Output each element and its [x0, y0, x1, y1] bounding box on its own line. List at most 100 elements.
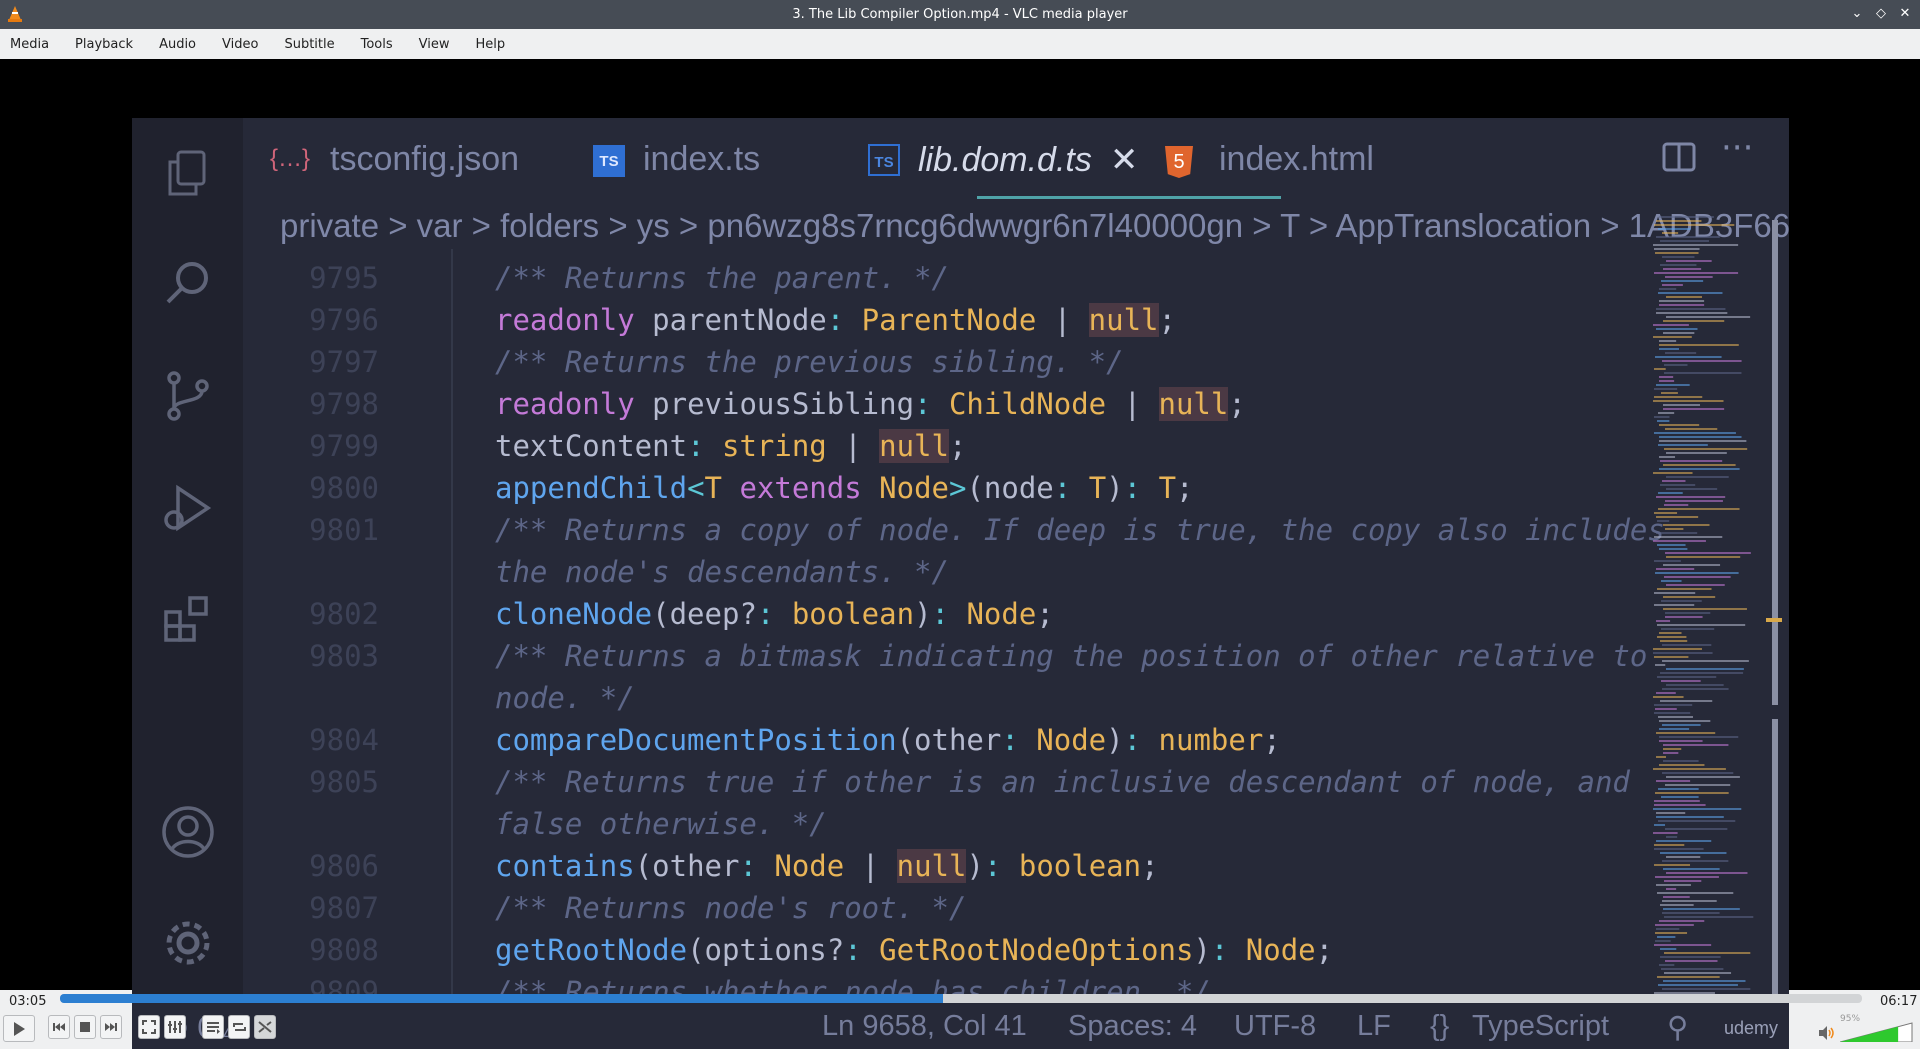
code-token: contains — [495, 849, 635, 883]
code-token: null — [896, 849, 967, 883]
window-title: 3. The Lib Compiler Option.mp4 - VLC med… — [792, 7, 1128, 22]
line-number: 9799 — [309, 429, 379, 463]
next-icon — [105, 1023, 117, 1031]
fullscreen-icon — [142, 1020, 156, 1034]
line-number: 9797 — [309, 345, 379, 379]
stop-button[interactable] — [74, 1015, 96, 1039]
code-token: ; — [1315, 933, 1334, 967]
editor-scrollbar[interactable] — [1766, 216, 1782, 1002]
code-token: /** Returns true if other is an inclusiv… — [495, 765, 1630, 799]
code-token: : — [1123, 723, 1142, 757]
tab-lib-dom-active[interactable]: TS lib.dom.d.ts ✕ — [868, 140, 1138, 180]
code-line[interactable]: 9801 /** Returns a copy of node. If deep … — [243, 509, 1777, 551]
volume-slider[interactable] — [1840, 1022, 1914, 1042]
typescript-icon: TS — [868, 144, 900, 176]
code-line[interactable]: 9804 compareDocumentPosition(other: Node)… — [243, 719, 1777, 761]
fullscreen-button[interactable] — [138, 1015, 160, 1039]
code-token: : — [1123, 471, 1142, 505]
code-line[interactable]: 9795 /** Returns the parent. */ — [243, 257, 1777, 299]
code-line[interactable]: 9799 textContent: string | null; — [243, 425, 1777, 467]
code-text: /** Returns node's root. */ — [495, 887, 966, 929]
close-button[interactable]: ✕ — [1896, 5, 1914, 23]
line-number: 9795 — [309, 261, 379, 295]
play-icon — [14, 1021, 25, 1036]
code-line[interactable]: 9807 /** Returns node's root. */ — [243, 887, 1777, 929]
code-token: : — [687, 429, 705, 463]
code-token: (other — [634, 849, 740, 883]
loop-icon — [233, 1023, 246, 1031]
minimap[interactable] — [1649, 216, 1757, 1002]
code-token: node. */ — [495, 681, 635, 715]
total-time: 06:17 — [1880, 994, 1918, 1009]
code-line[interactable]: 9800 appendChild<T extends Node>(node: T)… — [243, 467, 1777, 509]
code-line[interactable]: 9798 readonly previousSibling: ChildNode … — [243, 383, 1777, 425]
split-editor-icon[interactable] — [1662, 142, 1696, 172]
more-actions-icon[interactable]: ··· — [1721, 128, 1753, 168]
line-number: 9805 — [309, 765, 379, 799]
maximize-button[interactable]: ◇ — [1872, 5, 1890, 23]
video-frame-editor: {…} tsconfig.json TS index.ts TS lib.dom.d.… — [132, 118, 1789, 1049]
code-token: Node — [861, 471, 949, 505]
menu-playback[interactable]: Playback — [75, 37, 133, 52]
code-line[interactable]: 9796 readonly parentNode: ParentNode | nu… — [243, 299, 1777, 341]
minimize-button[interactable]: ⌄ — [1848, 5, 1866, 23]
code-line[interactable]: the node's descendants. */ — [243, 551, 1777, 593]
menu-video[interactable]: Video — [222, 37, 258, 52]
tab-index-html[interactable]: 5 index.html — [1165, 140, 1374, 179]
seek-slider[interactable] — [60, 994, 1862, 1003]
code-token: Node — [1228, 933, 1316, 967]
loop-button[interactable] — [228, 1015, 250, 1039]
code-line[interactable]: 9808 getRootNode(options?: GetRootNodeOpt… — [243, 929, 1777, 971]
code-token: : — [983, 849, 1002, 883]
code-token: ; — [1141, 849, 1159, 883]
activity-bar — [132, 118, 243, 1002]
previous-button[interactable] — [48, 1015, 70, 1039]
code-token: | — [844, 849, 897, 883]
play-button[interactable] — [3, 1015, 35, 1042]
extended-settings-button[interactable] — [164, 1015, 186, 1039]
code-token: ; — [1158, 303, 1176, 337]
code-token: ; — [948, 429, 967, 463]
run-debug-icon — [164, 484, 212, 532]
menu-view[interactable]: View — [419, 37, 450, 52]
code-line[interactable]: 9802 cloneNode(deep?: boolean): Node; — [243, 593, 1777, 635]
tab-index-ts[interactable]: TS index.ts — [593, 140, 760, 179]
code-token: Node — [949, 597, 1037, 631]
code-token: previousSibling — [634, 387, 915, 421]
code-line[interactable]: node. */ — [243, 677, 1777, 719]
menu-tools[interactable]: Tools — [361, 37, 393, 52]
code-line[interactable]: 9805 /** Returns true if other is an incl… — [243, 761, 1777, 803]
menu-subtitle[interactable]: Subtitle — [284, 37, 334, 52]
seek-row: 03:05 06:17 — [0, 990, 1920, 1012]
search-icon — [166, 262, 208, 304]
code-token: extends — [722, 471, 862, 505]
code-editor[interactable]: 9795 /** Returns the parent. */ 9796 readon… — [243, 249, 1777, 1009]
code-line[interactable]: 9806 contains(other: Node | null): boolea… — [243, 845, 1777, 887]
code-token: ) — [1106, 723, 1124, 757]
code-line[interactable]: 9797 /** Returns the previous sibling. */ — [243, 341, 1777, 383]
menu-audio[interactable]: Audio — [159, 37, 196, 52]
code-line[interactable]: 9803 /** Returns a bitmask indicating the… — [243, 635, 1777, 677]
close-tab-icon[interactable]: ✕ — [1110, 141, 1139, 179]
code-text: false otherwise. */ — [495, 803, 827, 845]
video-area[interactable]: {…} tsconfig.json TS index.ts TS lib.dom.d.… — [0, 59, 1920, 1049]
code-token: false otherwise. */ — [495, 807, 827, 841]
code-token: the node's descendants. */ — [495, 555, 949, 589]
menu-media[interactable]: Media — [10, 37, 49, 52]
code-text: readonly parentNode: ParentNode | null; — [495, 299, 1176, 341]
code-token: ; — [1228, 387, 1246, 421]
source-control-icon — [167, 371, 209, 421]
code-line[interactable]: false otherwise. */ — [243, 803, 1777, 845]
tab-tsconfig[interactable]: {…} tsconfig.json — [270, 140, 519, 179]
breadcrumb[interactable]: private > var > folders > ys > pn6wzg8s7… — [280, 207, 1789, 245]
code-token: < — [687, 471, 705, 505]
code-text: contains(other: Node | null): boolean; — [495, 845, 1159, 887]
random-button[interactable] — [254, 1015, 276, 1039]
code-token: readonly — [495, 387, 635, 421]
code-text: appendChild<T extends Node>(node: T): T; — [495, 467, 1194, 509]
playback-controls: 95% — [0, 1012, 1920, 1042]
playlist-button[interactable] — [202, 1015, 224, 1039]
volume-icon[interactable] — [1818, 1025, 1834, 1041]
next-button[interactable] — [100, 1015, 122, 1039]
menu-help[interactable]: Help — [476, 37, 506, 52]
